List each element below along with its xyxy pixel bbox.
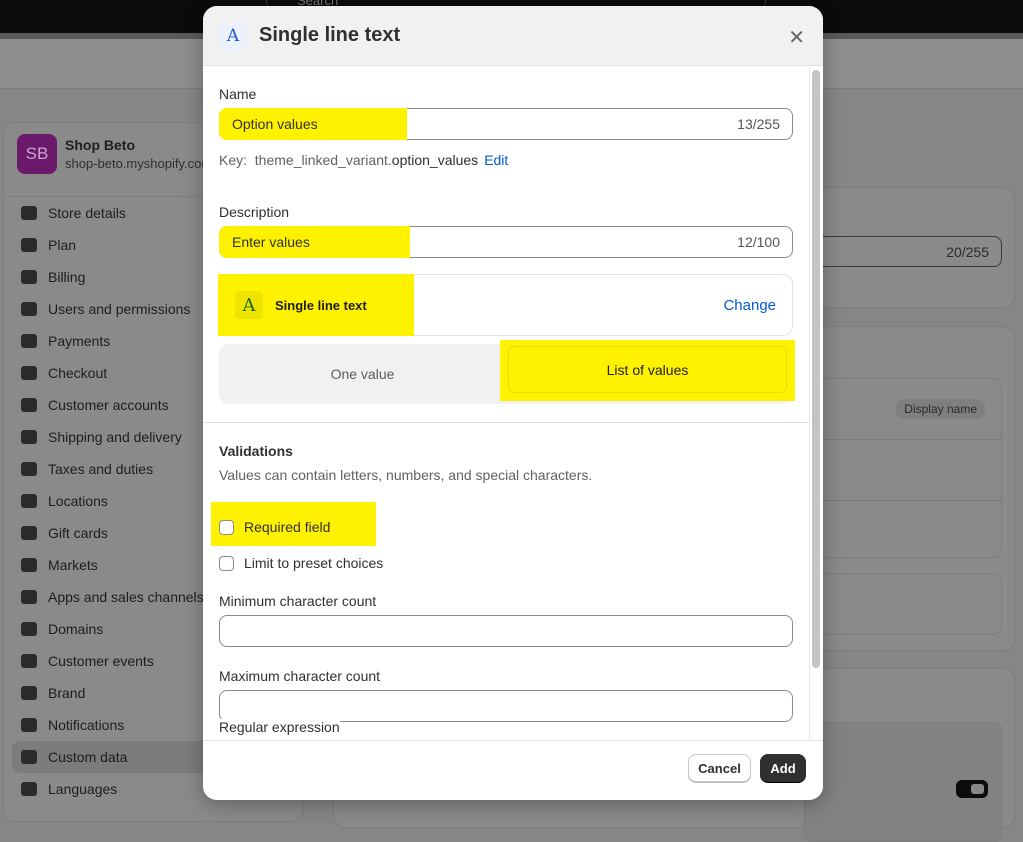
sidebar-item-label: Locations [48, 493, 108, 509]
person-icon [21, 398, 37, 412]
preset-choices-checkbox[interactable]: Limit to preset choices [219, 551, 793, 575]
sidebar-item-label: Markets [48, 557, 98, 573]
cancel-button[interactable]: Cancel [688, 754, 751, 782]
validations-help: Values can contain letters, numbers, and… [219, 467, 593, 483]
list-of-values-label: List of values [606, 361, 689, 378]
sidebar-item-label: Brand [48, 685, 86, 701]
sidebar-item-label: Plan [48, 237, 77, 253]
min-count-label: Minimum character count [219, 593, 377, 609]
scrollbar-thumb[interactable] [812, 70, 820, 668]
single-line-text-modal: A Single line text ✕ Name Option values … [203, 6, 823, 800]
payments-icon [21, 334, 37, 348]
preset-label: Limit to preset choices [244, 555, 384, 571]
required-label: Required field [244, 519, 331, 535]
apps-icon [21, 590, 37, 604]
required-field-checkbox[interactable]: Required field [211, 502, 793, 546]
name-label: Name [219, 86, 257, 102]
list-of-values-option[interactable]: List of values [500, 340, 795, 401]
toggle[interactable] [956, 780, 988, 798]
sidebar-item-label: Custom data [48, 749, 128, 765]
key-line: Key: theme_linked_variant.option_values E… [219, 152, 793, 168]
display-name-badge: Display name [896, 399, 985, 419]
background-counter: 20/255 [946, 244, 989, 260]
sidebar-item-label: Checkout [48, 365, 108, 381]
one-value-option[interactable]: One value [219, 344, 506, 404]
sidebar-item-label: Languages [48, 781, 118, 797]
checkbox[interactable] [219, 519, 234, 535]
divider [805, 500, 1001, 501]
gift-icon [21, 526, 37, 540]
value-count-segmented-control: One value List of values [219, 340, 795, 404]
name-count: 13/255 [737, 116, 780, 132]
text-type-icon: A [219, 21, 247, 50]
bell-icon [21, 718, 37, 732]
language-icon [21, 782, 37, 796]
description-field[interactable]: Enter values 12/100 [219, 226, 793, 258]
sidebar-item-label: Customer events [48, 653, 154, 669]
modal-footer: Cancel Add [203, 740, 823, 800]
shop-info: SB Shop Beto shop-beto.myshopify.com [17, 134, 212, 174]
name-field[interactable]: Option values 13/255 [219, 108, 793, 140]
sidebar-item-label: Customer accounts [48, 397, 169, 413]
text-type-icon: A [235, 291, 263, 319]
globe-icon [21, 558, 37, 572]
shop-url: shop-beto.myshopify.com [65, 156, 213, 171]
add-button[interactable]: Add [760, 754, 806, 782]
plan-icon [21, 238, 37, 252]
sidebar-item-label: Notifications [48, 717, 125, 733]
regex-label: Regular expression [219, 719, 340, 735]
brand-icon [21, 686, 37, 700]
billing-icon [21, 270, 37, 284]
description-value: Enter values [232, 234, 310, 250]
sidebar-item-label: Taxes and duties [48, 461, 154, 477]
location-icon [21, 494, 37, 508]
sidebar-item-label: Apps and sales channels [48, 589, 204, 605]
type-name: Single line text [275, 297, 367, 313]
description-label: Description [219, 204, 290, 220]
edit-key-link[interactable]: Edit [484, 152, 508, 168]
tax-icon [21, 462, 37, 476]
avatar: SB [17, 134, 57, 174]
max-count-label: Maximum character count [219, 668, 381, 684]
sidebar-item-label: Billing [48, 269, 86, 285]
background-table: Display name [804, 378, 1002, 558]
background-input: 20/255 [814, 236, 1002, 267]
cart-icon [21, 366, 37, 380]
custom-data-icon [21, 750, 37, 764]
shop-name: Shop Beto [65, 137, 135, 153]
sidebar-item-label: Store details [48, 205, 126, 221]
sidebar-item-label: Domains [48, 621, 104, 637]
users-icon [21, 302, 37, 316]
checkbox[interactable] [219, 555, 234, 571]
name-value: Option values [232, 116, 318, 132]
divider [805, 439, 1001, 440]
sidebar-item-label: Gift cards [48, 525, 108, 541]
sidebar-item-label: Users and permissions [48, 301, 191, 317]
sidebar-item-label: Payments [48, 333, 111, 349]
globe-icon [21, 622, 37, 636]
max-count-input[interactable] [219, 690, 793, 722]
store-icon [21, 206, 37, 220]
description-count: 12/100 [737, 234, 780, 250]
modal-title: Single line text [259, 24, 401, 46]
background-row [804, 573, 1002, 635]
validations-title: Validations [219, 443, 293, 459]
key-prefix: theme_linked_variant. [254, 152, 392, 168]
key-suffix: option_values [391, 152, 479, 168]
key-label: Key: [219, 152, 248, 168]
cursor-icon [21, 654, 37, 668]
min-count-input[interactable] [219, 615, 793, 647]
change-type-link[interactable]: Change [723, 297, 776, 314]
close-icon[interactable]: ✕ [788, 25, 805, 50]
modal-body: Name Option values 13/255 Key: theme_lin… [203, 67, 809, 740]
type-selector: A Single line text Change [218, 274, 793, 336]
divider [203, 422, 809, 423]
truck-icon [21, 430, 37, 444]
sidebar-item-label: Shipping and delivery [48, 429, 182, 445]
modal-header: A Single line text ✕ [203, 6, 823, 66]
